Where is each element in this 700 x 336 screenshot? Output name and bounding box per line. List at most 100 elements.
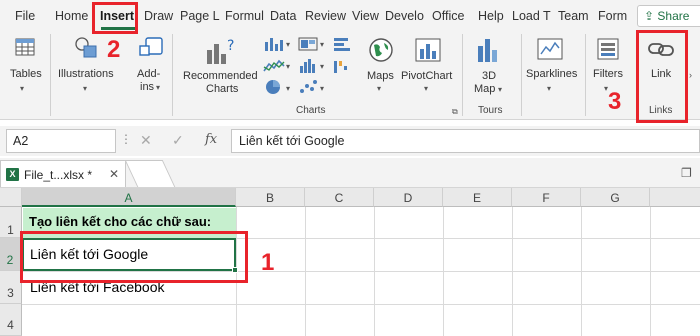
chevron-down-icon: ▾ [20, 84, 25, 93]
column-header-d[interactable]: D [374, 188, 443, 207]
annotation-box-link [636, 30, 688, 123]
tab-draw[interactable]: Draw [144, 9, 173, 23]
chevron-down-icon: ▾ [320, 84, 325, 93]
hierarchy-chart-icon[interactable] [298, 36, 318, 52]
3d-map-label-1: 3D [482, 70, 497, 82]
recommended-charts-icon: ? [207, 38, 234, 64]
share-icon: ⇪ [644, 9, 655, 23]
divider [172, 34, 173, 116]
cancel-icon[interactable]: ✕ [140, 132, 152, 149]
divider [521, 34, 522, 116]
tab-data[interactable]: Data [270, 9, 296, 23]
gridline [22, 304, 700, 305]
row-header-3[interactable]: 3 [0, 271, 22, 304]
annotation-box-insert-tab [92, 2, 138, 34]
column-header-g[interactable]: G [581, 188, 650, 207]
row-header-4[interactable]: 4 [0, 304, 22, 336]
workbook-tab-title: File_t...xlsx * [24, 168, 93, 182]
column-header-next[interactable] [650, 188, 700, 207]
add-ins-icon [139, 37, 163, 56]
column-header-b[interactable]: B [236, 188, 305, 207]
divider [585, 34, 586, 116]
insert-function-icon[interactable]: fx [205, 132, 217, 147]
divider [50, 34, 51, 116]
pie-chart-icon[interactable] [263, 78, 285, 96]
tab-page-layout[interactable]: Page L [180, 9, 220, 23]
bar-chart-icon[interactable] [332, 36, 352, 52]
select-all-button[interactable] [0, 188, 22, 207]
share-label: Share [657, 9, 690, 23]
chevron-down-icon: ▾ [424, 84, 429, 93]
annotation-box-cell-a2 [20, 231, 248, 283]
restore-window-icon[interactable]: ❐ [681, 166, 692, 180]
tab-form[interactable]: Form [598, 9, 627, 23]
annotation-number-3: 3 [608, 88, 622, 115]
add-ins-label-2: ins [140, 81, 155, 93]
new-tab-button[interactable] [124, 160, 176, 187]
chevron-down-icon: ▾ [498, 85, 503, 94]
statistic-chart-icon[interactable] [298, 58, 318, 74]
chevron-down-icon: ▾ [83, 84, 88, 93]
tab-file[interactable]: File [15, 9, 35, 23]
3d-map-label-2: Map [474, 83, 496, 95]
sparklines-label: Sparklines [526, 68, 578, 80]
3d-map-icon [478, 39, 497, 62]
close-icon[interactable]: ✕ [109, 167, 119, 181]
row-header-2[interactable]: 2 [0, 238, 22, 271]
divider [462, 34, 463, 116]
tab-team[interactable]: Team [558, 9, 589, 23]
chevron-down-icon: ▾ [286, 40, 291, 49]
tab-review[interactable]: Review [305, 9, 346, 23]
add-ins-label-1: Add- [137, 68, 161, 80]
tab-formulas[interactable]: Formul [225, 9, 264, 23]
table-icon [15, 38, 35, 56]
workbook-tab-bar: X File_t...xlsx * ✕ ❐ [0, 158, 700, 188]
tab-load-test[interactable]: Load T [512, 9, 551, 23]
slicer-icon [597, 38, 619, 60]
tours-group-label: Tours [478, 105, 503, 116]
enter-icon[interactable]: ✓ [172, 132, 184, 149]
scatter-chart-icon[interactable] [298, 79, 318, 95]
chevron-down-icon: ▾ [320, 40, 325, 49]
name-box[interactable]: A2 [6, 129, 116, 153]
ribbon-scroll-right-icon[interactable]: › [689, 70, 692, 80]
formula-input[interactable]: Liên kết tới Google [231, 129, 700, 153]
tab-developer[interactable]: Develo [385, 9, 424, 23]
name-box-value: A2 [13, 134, 29, 148]
formula-bar: A2 ⋮ ✕ ✓ fx Liên kết tới Google [0, 126, 700, 156]
filters-label: Filters [593, 68, 623, 80]
chevron-down-icon: ▾ [286, 62, 291, 71]
tab-view[interactable]: View [352, 9, 379, 23]
line-chart-icon[interactable] [263, 58, 285, 74]
column-header-c[interactable]: C [305, 188, 374, 207]
tab-home[interactable]: Home [55, 9, 88, 23]
more-options-icon[interactable]: ⋮ [120, 132, 132, 146]
formula-value: Liên kết tới Google [239, 134, 345, 148]
column-header-a[interactable]: A [22, 188, 236, 207]
dialog-launcher-icon[interactable]: ⧉ [452, 107, 458, 117]
chevron-down-icon: ▾ [547, 84, 552, 93]
column-header-e[interactable]: E [443, 188, 512, 207]
recommended-charts-label-1: Recommended [183, 70, 258, 82]
tab-office[interactable]: Office [432, 9, 464, 23]
column-header-f[interactable]: F [512, 188, 581, 207]
illustrations-label: Illustrations [58, 68, 114, 80]
shapes-icon [75, 37, 97, 58]
pivotchart-icon [415, 38, 441, 62]
maps-label: Maps [367, 70, 394, 82]
share-button[interactable]: ⇪ Share [637, 5, 700, 27]
recommended-charts-label-2: Charts [206, 83, 239, 95]
cell-a1-text: Tạo liên kết cho các chữ sau: [29, 214, 212, 229]
row-header-1[interactable]: 1 [0, 207, 22, 238]
sparkline-icon [537, 38, 563, 60]
waterfall-chart-icon[interactable] [332, 58, 352, 74]
ribbon: Tables ▾ Illustrations ▾ Add- ins ▾ ? Re… [0, 30, 700, 120]
annotation-number-1: 1 [261, 249, 275, 276]
charts-group-label: Charts [296, 105, 326, 116]
column-chart-icon[interactable] [263, 36, 285, 52]
chevron-down-icon: ▾ [156, 83, 161, 92]
annotation-number-2: 2 [107, 36, 121, 63]
excel-file-icon: X [6, 168, 19, 181]
tab-help[interactable]: Help [478, 9, 504, 23]
workbook-tab[interactable]: X File_t...xlsx * ✕ [0, 160, 126, 187]
